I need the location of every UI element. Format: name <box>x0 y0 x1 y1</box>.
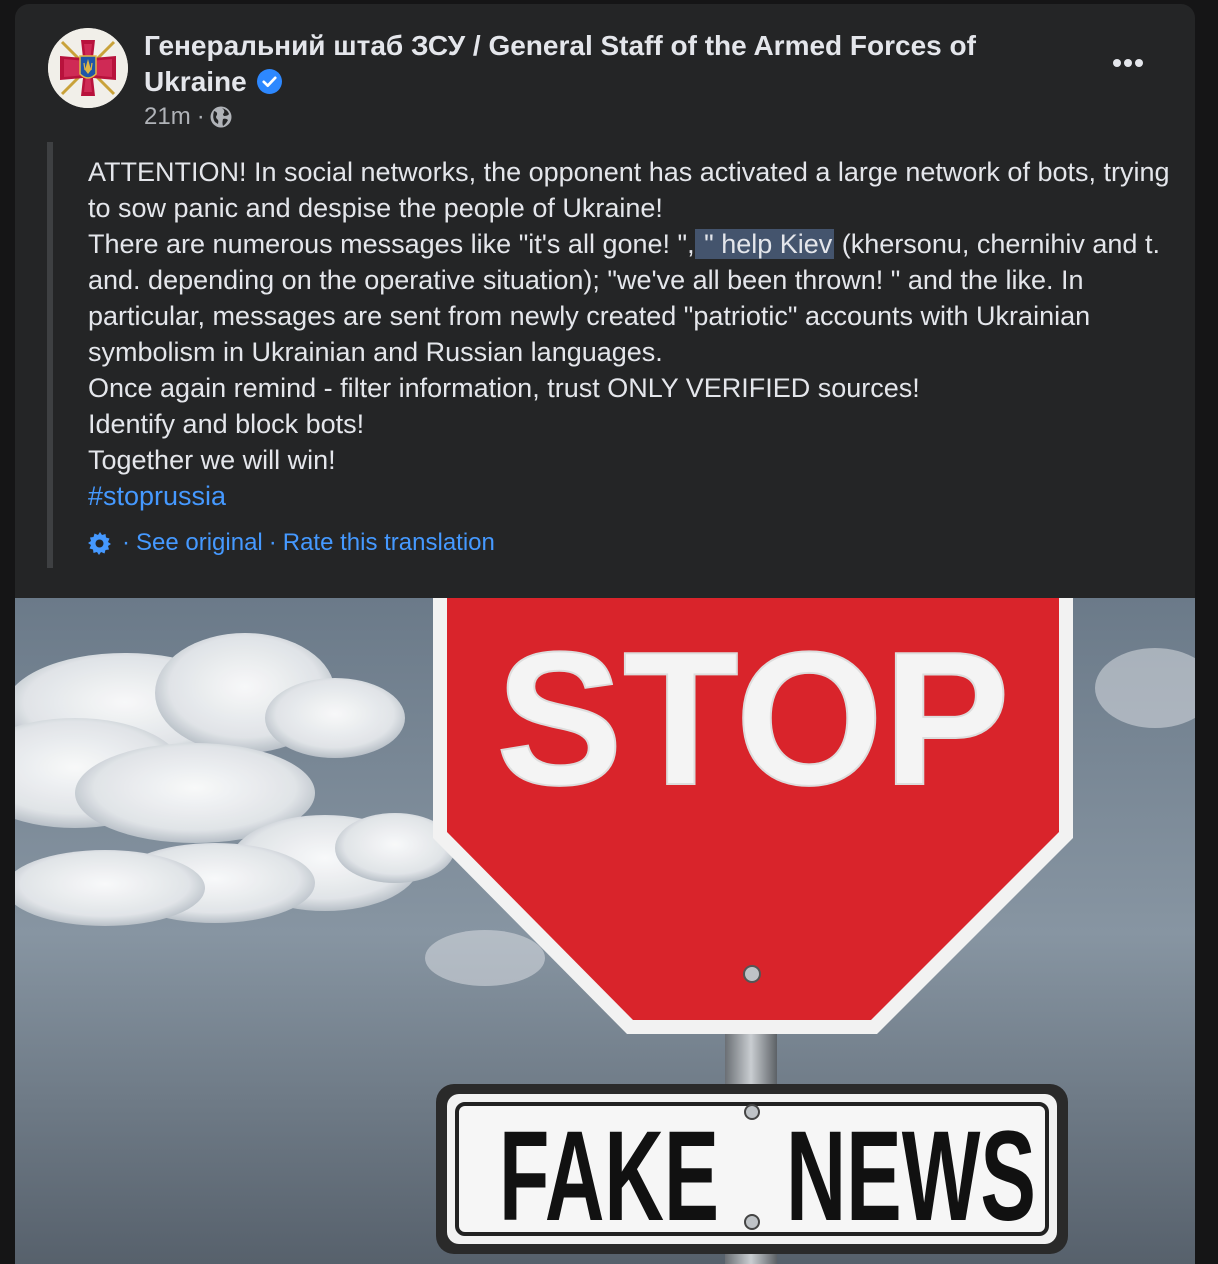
post-text: ATTENTION! In social networks, the oppon… <box>88 154 1178 514</box>
page-name[interactable]: Генеральний штаб ЗСУ / General Staff of … <box>144 28 1044 100</box>
stop-fake-news-image: STOP FAKE NEWS <box>15 598 1195 1264</box>
post-text-segment: There are numerous messages like "it's a… <box>88 229 695 259</box>
post-text-line: ATTENTION! In social networks, the oppon… <box>88 157 1170 223</box>
gear-icon[interactable] <box>88 531 112 555</box>
page-avatar[interactable] <box>48 28 128 108</box>
translation-separator: · <box>268 529 277 556</box>
more-options-button[interactable] <box>1105 48 1151 78</box>
translation-separator: · <box>122 529 130 556</box>
post-text-line: Once again remind - filter information, … <box>88 373 920 403</box>
post-image[interactable]: STOP FAKE NEWS <box>15 598 1195 1264</box>
stop-text: STOP <box>496 613 1010 825</box>
hashtag-link[interactable]: #stoprussia <box>88 481 226 511</box>
see-original-link[interactable]: See original <box>136 528 263 558</box>
selected-text: " help Kiev <box>694 229 835 259</box>
translation-quote-bar <box>47 142 53 568</box>
more-dot <box>1113 59 1121 67</box>
post-text-line: Identify and block bots! <box>88 409 365 439</box>
news-text: NEWS <box>786 1105 1036 1248</box>
post-card: Генеральний штаб ЗСУ / General Staff of … <box>15 4 1195 1264</box>
post-meta: 21m · <box>144 102 233 132</box>
more-dot <box>1135 59 1143 67</box>
post-timestamp[interactable]: 21m <box>144 102 191 132</box>
post-text-line: There are numerous messages like "it's a… <box>88 226 1178 370</box>
armed-forces-emblem-icon <box>48 28 128 108</box>
fake-text: FAKE <box>499 1105 719 1248</box>
hashtag-line: #stoprussia <box>88 478 1178 514</box>
verified-badge-icon <box>256 69 282 94</box>
globe-icon[interactable] <box>209 105 233 129</box>
post-text-line: Together we will win! <box>88 445 336 475</box>
rate-translation-link[interactable]: Rate this translation <box>283 528 495 558</box>
meta-separator: · <box>196 103 205 130</box>
translation-row: · See original · Rate this translation <box>88 528 495 558</box>
more-dot <box>1124 59 1132 67</box>
